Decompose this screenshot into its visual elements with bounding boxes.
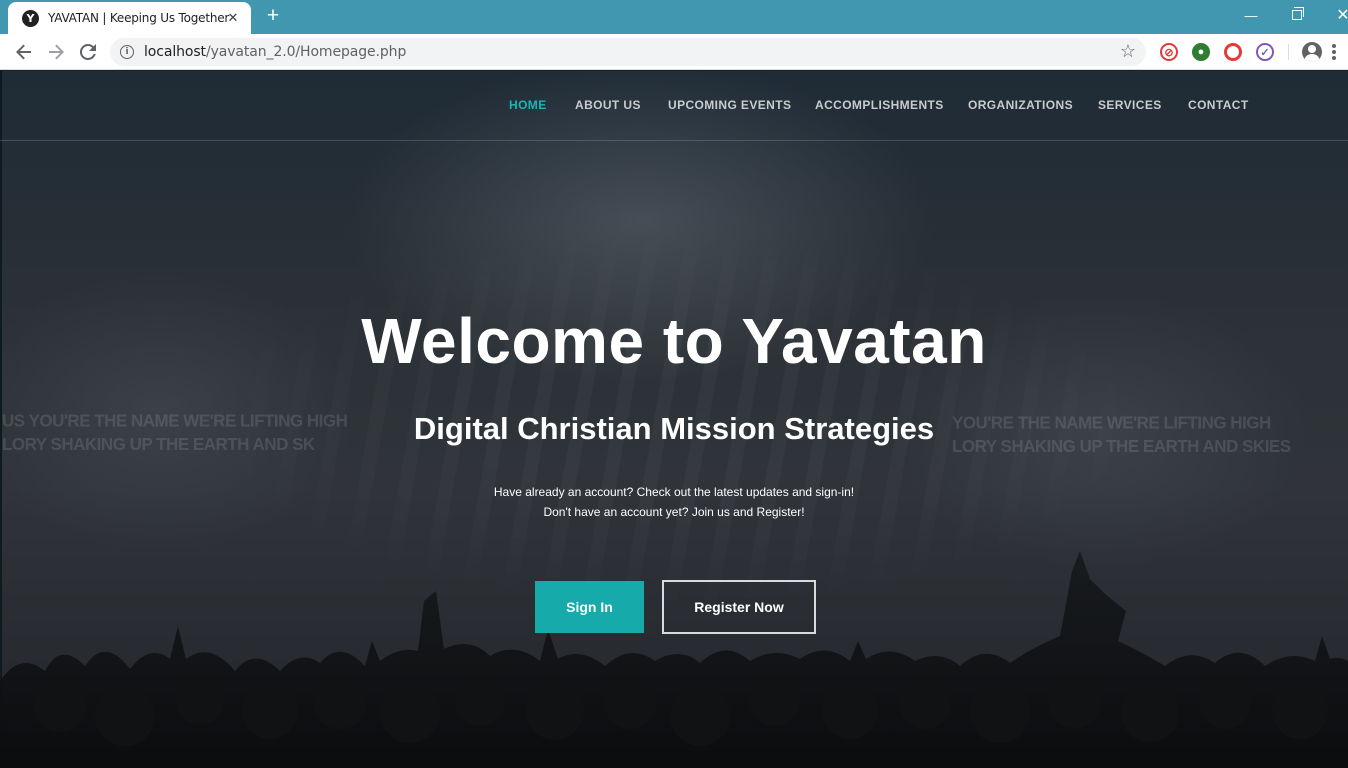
- new-tab-button[interactable]: +: [262, 5, 284, 27]
- nav-contact[interactable]: CONTACT: [1188, 98, 1249, 112]
- nav-upcoming-events[interactable]: UPCOMING EVENTS: [668, 98, 791, 112]
- info-icon[interactable]: i: [120, 45, 134, 59]
- register-now-button[interactable]: Register Now: [662, 580, 816, 634]
- nav-services[interactable]: SERVICES: [1098, 98, 1162, 112]
- toolbar-divider: [1288, 44, 1289, 60]
- extension-check-icon[interactable]: ✓: [1256, 43, 1274, 61]
- extension-compass-icon[interactable]: ⊘: [1160, 43, 1178, 61]
- nav-about-us[interactable]: ABOUT US: [575, 98, 641, 112]
- nav-organizations[interactable]: ORGANIZATIONS: [968, 98, 1073, 112]
- forward-arrow-icon[interactable]: [42, 38, 70, 66]
- back-arrow-icon[interactable]: [10, 38, 38, 66]
- nav-accomplishments[interactable]: ACCOMPLISHMENTS: [815, 98, 944, 112]
- url-host: localhost: [144, 44, 206, 60]
- profile-icon[interactable]: [1302, 42, 1322, 62]
- hero-description: Have already an account? Check out the l…: [0, 482, 1348, 522]
- crowd-silhouette: [0, 551, 1348, 768]
- site-navigation: HOME ABOUT US UPCOMING EVENTS ACCOMPLISH…: [0, 71, 1348, 141]
- hero-title: Welcome to Yavatan: [361, 305, 987, 377]
- close-window-button[interactable]: ✕: [1320, 0, 1348, 30]
- hero-line-signin: Have already an account? Check out the l…: [493, 485, 855, 499]
- hero-line-register: Don't have an account yet? Join us and R…: [543, 505, 805, 519]
- extension-globe-icon[interactable]: ●: [1192, 43, 1210, 61]
- browser-toolbar: i localhost/yavatan_2.0/Homepage.php ☆ ⊘…: [0, 34, 1348, 70]
- homepage: US YOU'RE THE NAME WE'RE LIFTING HIGH LO…: [0, 71, 1348, 768]
- restore-button[interactable]: [1274, 0, 1320, 30]
- hero-subtitle: Digital Christian Mission Strategies: [413, 411, 935, 446]
- minimize-button[interactable]: —: [1228, 0, 1274, 30]
- menu-icon[interactable]: [1332, 44, 1336, 60]
- sign-in-button[interactable]: Sign In: [535, 581, 644, 633]
- tab-close-icon[interactable]: ✕: [225, 10, 241, 26]
- browser-tab[interactable]: Y YAVATAN | Keeping Us Together ✕: [8, 2, 251, 34]
- star-icon[interactable]: ☆: [1120, 41, 1136, 62]
- tab-title: YAVATAN | Keeping Us Together: [48, 11, 230, 25]
- reload-icon[interactable]: [74, 38, 102, 66]
- url-path: /yavatan_2.0/Homepage.php: [205, 44, 407, 60]
- address-bar[interactable]: i localhost/yavatan_2.0/Homepage.php ☆: [110, 38, 1146, 66]
- extension-opera-icon[interactable]: [1224, 43, 1242, 61]
- nav-home[interactable]: HOME: [509, 98, 547, 112]
- url-text[interactable]: localhost/yavatan_2.0/Homepage.php: [144, 44, 406, 60]
- browser-titlebar: Y YAVATAN | Keeping Us Together ✕ + — ✕: [0, 0, 1348, 34]
- favicon-icon: Y: [22, 9, 39, 27]
